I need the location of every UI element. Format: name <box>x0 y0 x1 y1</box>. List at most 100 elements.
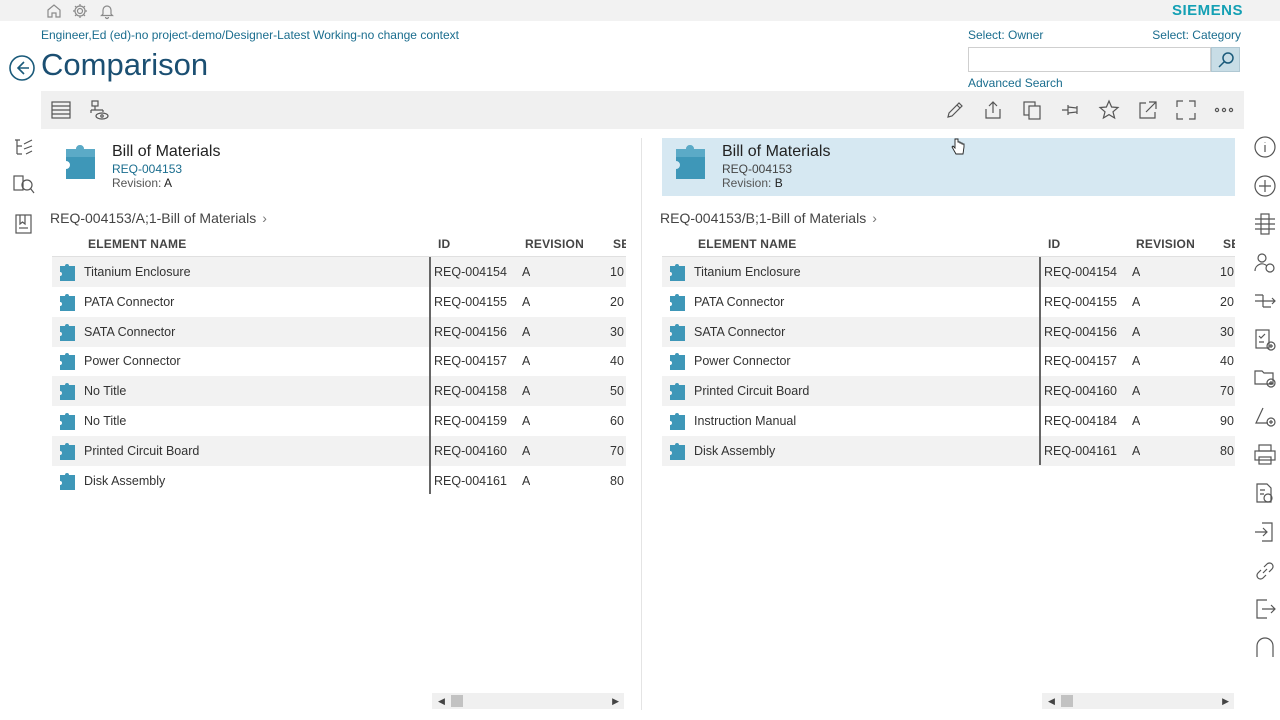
star-icon[interactable] <box>1098 99 1120 121</box>
right-object-id[interactable]: REQ-004153 <box>722 162 792 176</box>
structure-tree-icon[interactable] <box>12 136 36 160</box>
right-object-name: Bill of Materials <box>722 143 831 160</box>
folder-add-icon[interactable] <box>1253 366 1277 390</box>
left-breadcrumb[interactable]: REQ-004153/A;1-Bill of Materials › <box>50 210 267 226</box>
arc-icon[interactable] <box>1253 636 1277 660</box>
scroll-right-arrow-icon[interactable]: ▶ <box>612 696 619 707</box>
export-icon[interactable] <box>1253 597 1277 621</box>
sequence-cell: 30 <box>1220 324 1234 339</box>
sequence-cell: 70 <box>610 443 624 458</box>
table-row[interactable]: Printed Circuit Board REQ-004160 A 70 <box>52 435 626 466</box>
table-row[interactable]: Instruction Manual REQ-004184 A 90 <box>662 406 1235 436</box>
right-breadcrumb[interactable]: REQ-004153/B;1-Bill of Materials › <box>660 210 877 226</box>
table-row[interactable]: Power Connector REQ-004157 A 40 <box>52 346 626 376</box>
bell-icon[interactable] <box>98 2 116 20</box>
select-category-link[interactable]: Select: Category <box>1152 28 1241 42</box>
puzzle-piece-icon <box>670 264 685 281</box>
share-icon[interactable] <box>982 99 1004 121</box>
structure-view-icon[interactable] <box>88 99 110 121</box>
id-cell: REQ-004158 <box>434 384 507 399</box>
table-row[interactable]: No Title REQ-004158 A 50 <box>52 376 626 407</box>
right-object-revision: Revision: B <box>722 176 783 190</box>
import-icon[interactable] <box>1253 520 1277 544</box>
table-row[interactable]: Power Connector REQ-004157 A 40 <box>662 346 1235 376</box>
column-header-revision[interactable]: REVISION <box>1136 237 1195 251</box>
table-row[interactable]: Titanium Enclosure REQ-004154 A 10 <box>52 257 626 287</box>
column-header-revision[interactable]: REVISION <box>525 237 584 251</box>
revision-cell: A <box>522 354 531 369</box>
column-divider[interactable] <box>1039 257 1041 465</box>
scroll-thumb[interactable] <box>451 695 463 707</box>
edit-icon[interactable] <box>944 99 966 121</box>
pin-icon[interactable] <box>1060 99 1082 121</box>
copy-icon[interactable] <box>1021 99 1043 121</box>
revision-cell: A <box>1132 354 1141 369</box>
left-object-id[interactable]: REQ-004153 <box>112 162 182 176</box>
gear-icon[interactable] <box>71 2 89 20</box>
id-cell: REQ-004160 <box>1044 384 1117 399</box>
workflow-icon[interactable] <box>1253 289 1277 313</box>
user-assign-icon[interactable] <box>1253 251 1277 275</box>
puzzle-piece-icon <box>60 472 75 490</box>
search-button[interactable] <box>1211 47 1240 72</box>
column-header-seq[interactable]: SE <box>613 237 626 251</box>
back-arrow-icon[interactable] <box>8 54 36 82</box>
column-divider[interactable] <box>429 257 431 494</box>
search-input[interactable] <box>968 47 1211 72</box>
left-horizontal-scrollbar[interactable]: ◀ ▶ <box>432 693 624 709</box>
find-in-context-icon[interactable] <box>12 173 36 197</box>
checklist-add-icon[interactable] <box>1253 328 1277 352</box>
compare-structure-icon[interactable] <box>1253 212 1277 236</box>
document-report-icon[interactable] <box>1253 482 1277 506</box>
panel-divider[interactable] <box>641 138 642 710</box>
fullscreen-icon[interactable] <box>1175 99 1197 121</box>
column-header-seq[interactable]: SE <box>1223 237 1235 251</box>
scroll-right-arrow-icon[interactable]: ▶ <box>1222 696 1229 707</box>
table-row[interactable]: No Title REQ-004159 A 60 <box>52 406 626 436</box>
table-row[interactable]: SATA Connector REQ-004156 A 30 <box>662 316 1235 347</box>
advanced-search-link[interactable]: Advanced Search <box>968 76 1063 90</box>
more-options-icon[interactable] <box>1213 99 1235 121</box>
table-row[interactable]: PATA Connector REQ-004155 A 20 <box>662 287 1235 317</box>
table-row[interactable]: Printed Circuit Board REQ-004160 A 70 <box>662 376 1235 407</box>
brand-logo: SIEMENS <box>1171 2 1243 19</box>
column-header-element-name[interactable]: ELEMENT NAME <box>88 237 186 251</box>
home-icon[interactable] <box>45 2 63 20</box>
id-cell: REQ-004154 <box>434 265 507 279</box>
shape-add-icon[interactable] <box>1253 405 1277 429</box>
right-horizontal-scrollbar[interactable]: ◀ ▶ <box>1042 693 1234 709</box>
add-icon[interactable] <box>1253 174 1277 198</box>
context-path[interactable]: Engineer,Ed (ed)-no project-demo/Designe… <box>41 28 459 42</box>
right-object-header[interactable]: Bill of Materials REQ-004153 Revision: B <box>662 138 1235 196</box>
scroll-left-arrow-icon[interactable]: ◀ <box>1048 696 1055 707</box>
print-icon[interactable] <box>1253 443 1277 467</box>
scroll-left-arrow-icon[interactable]: ◀ <box>438 696 445 707</box>
table-row[interactable]: Titanium Enclosure REQ-004154 A 10 <box>662 257 1235 287</box>
id-cell: REQ-004184 <box>1044 414 1117 428</box>
id-cell: REQ-004155 <box>1044 294 1117 309</box>
table-row[interactable]: SATA Connector REQ-004156 A 30 <box>52 316 626 347</box>
table-row[interactable]: Disk Assembly REQ-004161 A 80 <box>52 466 626 496</box>
chevron-right-icon[interactable]: › <box>262 210 267 226</box>
column-header-element-name[interactable]: ELEMENT NAME <box>698 237 796 251</box>
list-view-icon[interactable] <box>50 99 72 121</box>
puzzle-piece-icon <box>60 413 75 430</box>
column-header-id[interactable]: ID <box>1048 237 1060 251</box>
info-icon[interactable] <box>1253 135 1277 159</box>
table-row[interactable]: PATA Connector REQ-004155 A 20 <box>52 287 626 317</box>
left-object-header[interactable]: Bill of Materials REQ-004153 Revision: A <box>52 138 626 196</box>
hand-cursor-icon <box>951 138 965 155</box>
open-external-icon[interactable] <box>1137 99 1159 121</box>
page-title: Comparison <box>41 47 209 82</box>
scroll-thumb[interactable] <box>1061 695 1073 707</box>
column-header-id[interactable]: ID <box>438 237 450 251</box>
link-icon[interactable] <box>1253 559 1277 583</box>
element-name-cell: Disk Assembly <box>84 473 166 488</box>
sequence-cell: 50 <box>610 384 624 399</box>
chevron-right-icon[interactable]: › <box>872 210 877 226</box>
select-owner-link[interactable]: Select: Owner <box>968 28 1043 42</box>
table-row[interactable]: Disk Assembly REQ-004161 A 80 <box>662 435 1235 466</box>
bookmarks-icon[interactable] <box>12 212 36 236</box>
puzzle-piece-icon <box>60 353 75 371</box>
left-table-header: ELEMENT NAME ID REVISION SE <box>52 231 626 257</box>
